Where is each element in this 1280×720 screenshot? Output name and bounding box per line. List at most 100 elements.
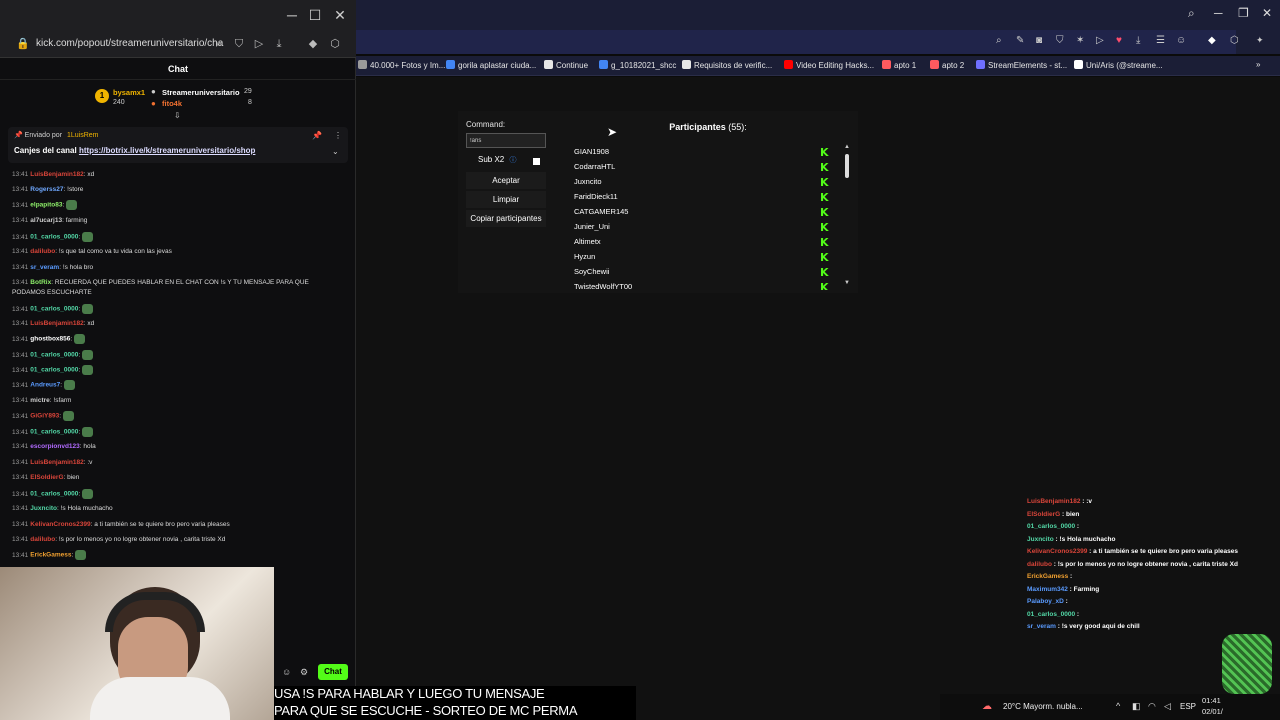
bookmark-item[interactable]: apto 2 xyxy=(930,60,964,70)
chevron-down-icon[interactable]: ⌄ xyxy=(332,147,339,156)
second-user-points: 8 xyxy=(248,99,252,106)
bookmark-item[interactable]: g_10182021_shcc xyxy=(599,60,676,70)
minimize-icon[interactable]: ─ xyxy=(283,6,301,24)
shield-icon[interactable]: ⛉ xyxy=(1056,35,1064,46)
settings-gear-icon[interactable]: ⚙ xyxy=(300,667,308,678)
play-icon[interactable]: ▷ xyxy=(1096,35,1104,46)
copy-participants-button[interactable]: Copiar participantes xyxy=(466,210,546,227)
message-username[interactable]: ErickGamess xyxy=(30,552,71,559)
translate-icon[interactable]: ✶ xyxy=(1076,35,1084,46)
message-username[interactable]: LuisBenjamin182 xyxy=(30,171,83,178)
weather-text[interactable]: 20°C Mayorm. nubla... xyxy=(1003,702,1083,711)
bookmark-item[interactable]: StreamElements - st... xyxy=(976,60,1067,70)
restore-icon[interactable]: ❐ xyxy=(1238,6,1249,20)
participant-name: GIAN1908 xyxy=(574,147,610,156)
message-username[interactable]: mictre xyxy=(30,397,50,404)
bookmark-item[interactable]: Video Editing Hacks... xyxy=(784,60,874,70)
clock-date[interactable]: 02/01/ xyxy=(1202,707,1223,716)
message-username[interactable]: LuisBenjamin182 xyxy=(30,459,83,466)
command-input[interactable] xyxy=(466,133,546,148)
extension-icon[interactable]: ◆ xyxy=(306,37,320,51)
extension-icon[interactable]: ◆ xyxy=(1208,35,1216,46)
message-username[interactable]: escorpionvd123 xyxy=(30,443,80,450)
maximize-icon[interactable]: ☐ xyxy=(306,6,324,24)
lock-icon[interactable]: 🔒 xyxy=(16,37,30,51)
download-icon[interactable]: ⤓ xyxy=(1136,35,1140,46)
message-username[interactable]: 01_carlos_0000 xyxy=(30,491,78,498)
chevron-up-icon[interactable]: ^ xyxy=(1116,701,1120,711)
message-username[interactable]: sr_veram xyxy=(30,264,59,271)
bookmark-item[interactable]: 40.000+ Fotos y Im... xyxy=(358,60,445,70)
address-field[interactable] xyxy=(356,30,1236,54)
message-username[interactable]: al7ucarj13 xyxy=(30,217,62,224)
message-username[interactable]: dalilubo xyxy=(30,536,55,543)
search-icon[interactable]: ⌕ xyxy=(1188,6,1195,21)
url-text[interactable]: kick.com/popout/streameruniversitario/ch… xyxy=(36,38,223,49)
sub-x2-label: Sub X2 xyxy=(478,155,505,164)
close-icon[interactable]: ✕ xyxy=(1262,6,1272,20)
bookmark-favicon-icon xyxy=(599,60,608,69)
prediction-bar: 1 bysamx1 240 ● Streameruniversitario 29… xyxy=(0,80,356,120)
download-icon[interactable]: ⤓ xyxy=(272,37,286,51)
search-icon[interactable]: ⌕ xyxy=(996,35,1002,46)
message-username[interactable]: KelivanCronos2399 xyxy=(30,521,90,528)
scroll-up-icon[interactable]: ▲ xyxy=(844,144,850,150)
message-username[interactable]: 01_carlos_0000 xyxy=(30,429,78,436)
message-username[interactable]: dalilubo xyxy=(30,248,55,255)
close-icon[interactable]: ✕ xyxy=(331,6,349,24)
bookmark-item[interactable]: Continue xyxy=(544,60,588,70)
message-username[interactable]: 01_carlos_0000 xyxy=(30,306,78,313)
expand-arrow-icon[interactable]: ⇩ xyxy=(174,111,181,120)
message-username[interactable]: 01_carlos_0000 xyxy=(30,367,78,374)
message-username[interactable]: elpapito83 xyxy=(30,202,62,209)
overlay-message-text: : :v xyxy=(1080,498,1093,505)
emote-icon xyxy=(82,232,94,242)
sub-x2-checkbox[interactable] xyxy=(533,158,540,165)
network-icon[interactable]: ◧ xyxy=(1132,701,1141,712)
bookmark-item[interactable]: Requisitos de verific... xyxy=(682,60,772,70)
menu-icon[interactable]: ☰ xyxy=(1156,35,1165,46)
clock-time[interactable]: 01:41 xyxy=(1202,696,1221,705)
message-username[interactable]: Juxncito xyxy=(30,505,57,512)
message-username[interactable]: LuisBenjamin182 xyxy=(30,320,83,327)
cube-icon[interactable]: ⬡ xyxy=(1230,35,1239,46)
participants-scrollbar[interactable]: ▲ ▼ xyxy=(844,144,850,288)
bookmark-item[interactable]: Uni/Aris (@streame... xyxy=(1074,60,1163,70)
accept-button[interactable]: Aceptar xyxy=(466,172,546,189)
message-username[interactable]: GiGiY893 xyxy=(30,413,59,420)
shop-link[interactable]: https://botrix.live/k/streameruniversita… xyxy=(79,146,256,155)
language-indicator[interactable]: ESP xyxy=(1180,702,1196,711)
scroll-down-icon[interactable]: ▼ xyxy=(844,280,850,286)
search-icon[interactable]: ⌕ xyxy=(212,37,226,51)
clear-button[interactable]: Limpiar xyxy=(466,191,546,208)
volume-icon[interactable]: ◁ xyxy=(1164,701,1171,712)
user-icon[interactable]: ☺ xyxy=(1176,35,1186,46)
wifi-icon[interactable]: ◠ xyxy=(1148,701,1156,712)
minimize-icon[interactable]: ─ xyxy=(1214,6,1223,20)
chat-send-button[interactable]: Chat xyxy=(318,664,348,680)
message-username[interactable]: BotRix xyxy=(30,279,51,286)
cube-icon[interactable]: ⬡ xyxy=(328,37,342,51)
pin-toggle-icon[interactable]: 📌 xyxy=(312,131,322,140)
message-username[interactable]: Andreus7 xyxy=(30,382,60,389)
more-bookmarks-icon[interactable]: » xyxy=(1256,60,1260,69)
heart-icon[interactable]: ♥ xyxy=(1116,35,1122,46)
scroll-thumb[interactable] xyxy=(845,154,849,178)
more-options-icon[interactable]: ⋮ xyxy=(334,131,342,140)
ai-icon[interactable]: ✦ xyxy=(1256,35,1264,46)
camera-icon[interactable]: ◙ xyxy=(1036,35,1042,46)
address-bar[interactable]: 🔒 kick.com/popout/streameruniversitario/… xyxy=(0,30,356,58)
message-username[interactable]: 01_carlos_0000 xyxy=(30,352,78,359)
bookmark-item[interactable]: gorila aplastar ciuda... xyxy=(446,60,536,70)
message-username[interactable]: 01_carlos_0000 xyxy=(30,234,78,241)
message-username[interactable]: Rogerss27 xyxy=(30,186,63,193)
shield-icon[interactable]: ⛉ xyxy=(232,37,246,51)
pin-icon: 📌 xyxy=(14,132,25,139)
message-username[interactable]: ElSoldierG xyxy=(30,474,63,481)
emoji-icon[interactable]: ☺ xyxy=(282,667,291,677)
bookmark-favicon-icon xyxy=(784,60,793,69)
bookmark-item[interactable]: apto 1 xyxy=(882,60,916,70)
play-icon[interactable]: ▷ xyxy=(252,37,266,51)
edit-icon[interactable]: ✎ xyxy=(1016,35,1024,46)
message-username[interactable]: ghostbox856 xyxy=(30,336,70,343)
